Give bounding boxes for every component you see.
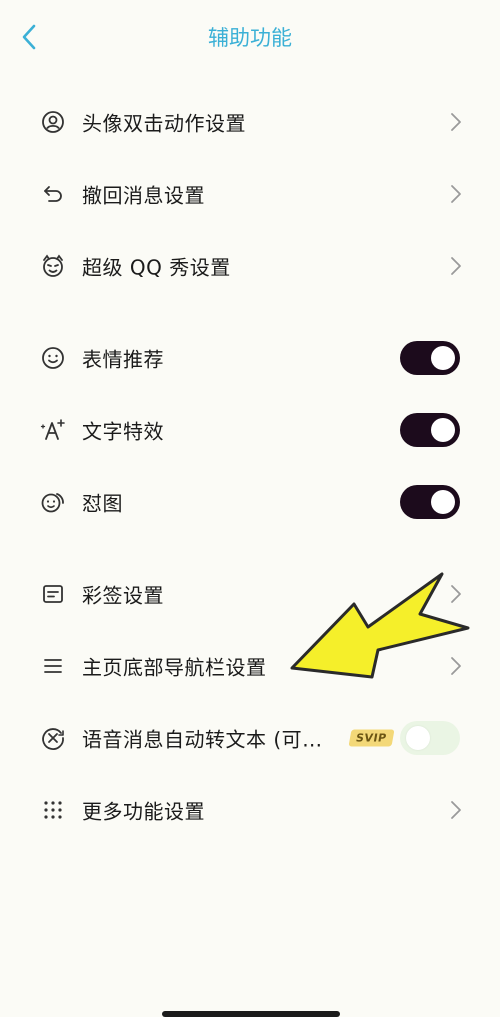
qq-show-icon	[40, 253, 66, 279]
text-effect-toggle[interactable]	[400, 413, 460, 447]
grid-dots-icon	[40, 797, 66, 823]
row-voice-to-text: 语音消息自动转文本 (可… SVIP	[0, 708, 500, 768]
chevron-right-icon	[451, 257, 461, 275]
smiley-icon	[40, 345, 66, 371]
emoji-recommend-toggle[interactable]	[400, 341, 460, 375]
row-recall-message[interactable]: 撤回消息设置	[0, 164, 500, 224]
row-label: 文字特效	[82, 419, 164, 444]
row-label: 更多功能设置	[82, 799, 205, 824]
chevron-right-icon	[451, 185, 461, 203]
row-label: 头像双击动作设置	[82, 111, 246, 136]
row-text-effect: 文字特效	[0, 400, 500, 460]
tag-icon	[40, 581, 66, 607]
row-emoji-recommend: 表情推荐	[0, 328, 500, 388]
menu-lines-icon	[40, 653, 66, 679]
row-color-tag[interactable]: 彩签设置	[0, 564, 500, 624]
row-sticker-reply: 怼图	[0, 472, 500, 532]
header-bar: 辅助功能	[0, 0, 500, 76]
chevron-right-icon	[451, 657, 461, 675]
sticker-reply-icon	[40, 489, 66, 515]
chevron-right-icon	[451, 113, 461, 131]
row-bottom-nav-settings[interactable]: 主页底部导航栏设置	[0, 636, 500, 696]
row-label: 语音消息自动转文本 (可…	[82, 727, 323, 752]
home-indicator	[162, 1011, 340, 1017]
row-label: 怼图	[82, 491, 123, 516]
toggle-knob	[431, 346, 455, 370]
toggle-knob	[431, 418, 455, 442]
row-label: 主页底部导航栏设置	[82, 655, 267, 680]
voice-to-text-icon	[40, 725, 66, 751]
toggle-knob	[406, 726, 430, 750]
undo-icon	[40, 181, 66, 207]
row-label: 彩签设置	[82, 583, 164, 608]
row-avatar-double-click[interactable]: 头像双击动作设置	[0, 92, 500, 152]
row-super-qq-show[interactable]: 超级 QQ 秀设置	[0, 236, 500, 296]
page-title: 辅助功能	[208, 26, 292, 50]
avatar-icon	[40, 109, 66, 135]
chevron-right-icon	[451, 801, 461, 819]
chevron-right-icon	[451, 585, 461, 603]
row-label: 撤回消息设置	[82, 183, 205, 208]
row-label: 超级 QQ 秀设置	[82, 255, 231, 280]
sticker-reply-toggle[interactable]	[400, 485, 460, 519]
toggle-knob	[431, 490, 455, 514]
svip-badge: SVIP	[348, 729, 395, 747]
row-more-settings[interactable]: 更多功能设置	[0, 780, 500, 840]
text-effect-icon	[40, 417, 66, 443]
row-label: 表情推荐	[82, 347, 164, 372]
voice-to-text-toggle[interactable]	[400, 721, 460, 755]
